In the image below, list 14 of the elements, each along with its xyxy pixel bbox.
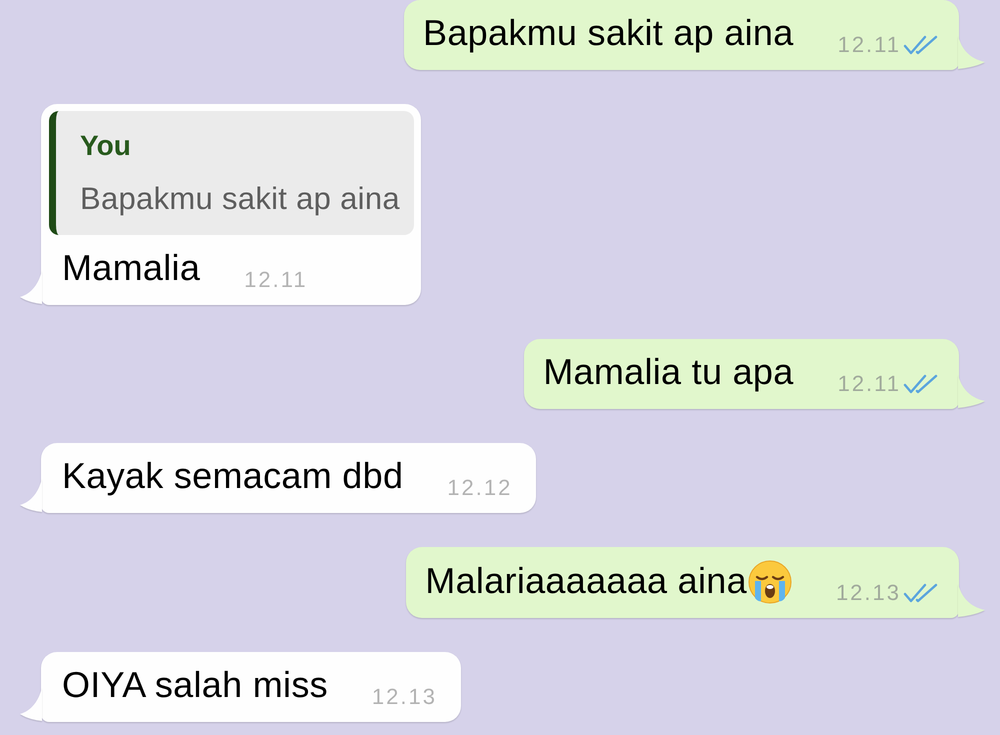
quote-text: Bapakmu sakit ap aina — [80, 181, 400, 217]
message-text: Bapakmu sakit ap aina — [423, 13, 794, 53]
message-text: Malariaaaaaaa aina — [425, 561, 747, 601]
message-text: Mamalia — [62, 248, 200, 288]
message-text: OIYA salah miss — [62, 665, 328, 705]
quote-author: You — [80, 129, 132, 163]
message-time: 12.12 — [447, 477, 512, 499]
message-time: 12.13 — [836, 582, 901, 604]
message-text: Kayak semacam dbd — [62, 456, 404, 496]
message-time: 12.11 — [838, 373, 901, 395]
message-text: Mamalia tu apa — [543, 352, 794, 392]
message-time: 12.11 — [838, 34, 901, 56]
message-time: 12.11 — [244, 269, 308, 291]
message-time: 12.13 — [372, 686, 437, 708]
